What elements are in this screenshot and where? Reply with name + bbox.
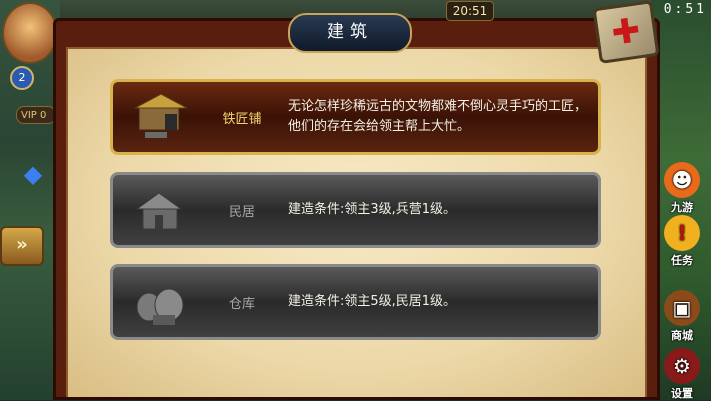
settings-label: 设置: [671, 387, 693, 400]
task-button[interactable]: ! 任务: [659, 215, 705, 268]
player-level-badge: 2: [10, 66, 34, 90]
shop-button[interactable]: ▣ 商城: [659, 290, 705, 343]
close-icon: ✚: [609, 10, 643, 54]
building-item-blacksmith[interactable]: 铁匠铺 无论怎样珍稀远古的文物都难不倒心灵手巧的工匠，他们的存在会给领主帮上大忙…: [110, 79, 601, 155]
task-label: 任务: [671, 254, 693, 267]
blacksmith-icon: [134, 93, 188, 138]
nine-game-label: 九游: [671, 201, 693, 214]
building-description: 无论怎样珍稀远古的文物都难不倒心灵手巧的工匠，他们的存在会给领主帮上大忙。: [288, 99, 588, 134]
shop-label: 商城: [671, 329, 693, 342]
nine-game-button[interactable]: ☻ 九游: [659, 162, 705, 215]
building-name: 铁匠铺: [222, 111, 262, 127]
settings-button[interactable]: ⚙ 设置: [659, 348, 705, 401]
diamond-icon[interactable]: ◆: [18, 160, 48, 188]
nine-game-icon: ☻: [664, 162, 700, 198]
building-name: 仓库: [228, 296, 255, 312]
dialog-title: 建筑: [288, 13, 412, 53]
warehouse-icon: [136, 288, 184, 325]
shop-icon: ▣: [664, 290, 700, 326]
building-item-warehouse[interactable]: 仓库 建造条件:领主5级,民居1级。: [110, 264, 601, 340]
building-item-house[interactable]: 民居 建造条件:领主3级,兵营1级。: [110, 172, 601, 248]
close-button[interactable]: ✚: [592, 0, 660, 64]
vip-badge[interactable]: VIP 0: [16, 106, 56, 124]
player-avatar[interactable]: [2, 2, 58, 64]
expand-menu-button[interactable]: »: [0, 226, 44, 266]
building-name: 民居: [228, 204, 255, 220]
settings-icon: ⚙: [664, 348, 700, 384]
system-clock: 0:51: [663, 2, 707, 17]
building-description: 建造条件:领主3级,兵营1级。: [288, 202, 457, 217]
building-description: 建造条件:领主5级,民居1级。: [288, 294, 457, 309]
exclamation-icon: !: [664, 215, 700, 251]
house-icon: [135, 192, 183, 230]
game-clock: 20:51: [446, 1, 494, 21]
